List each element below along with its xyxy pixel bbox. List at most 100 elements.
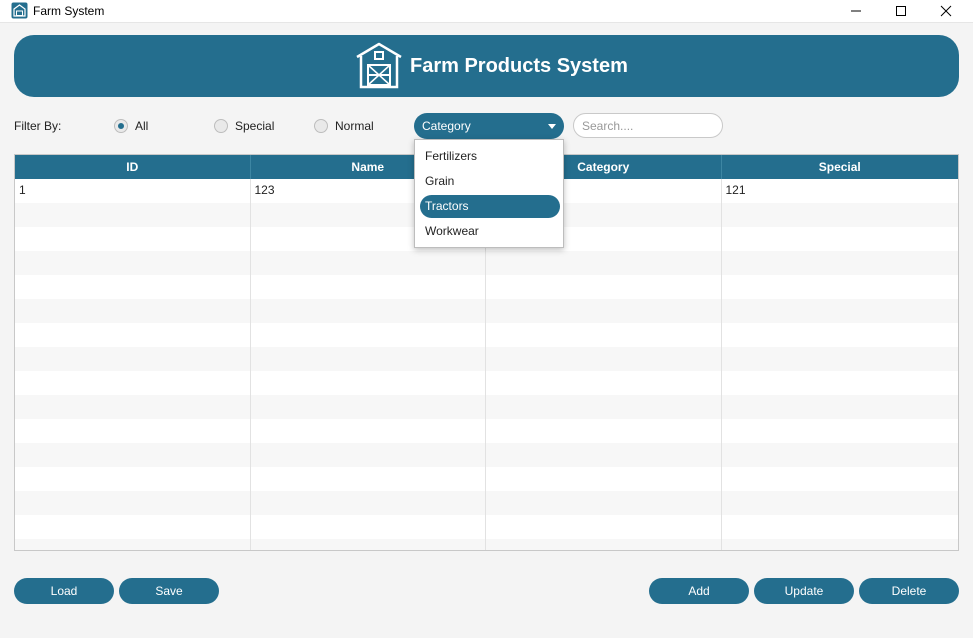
table-cell (486, 347, 722, 371)
delete-button[interactable]: Delete (859, 578, 959, 604)
menu-item-fertilizers[interactable]: Fertilizers (420, 145, 560, 168)
radio-all[interactable]: All (114, 117, 148, 135)
load-button[interactable]: Load (14, 578, 114, 604)
table-cell (722, 443, 959, 467)
radio-special-label: Special (235, 119, 275, 133)
category-dropdown-value: Category (422, 119, 471, 133)
table-cell (486, 539, 722, 550)
header-banner: Farm Products System (14, 35, 959, 97)
cell-id: 1 (15, 179, 251, 203)
table-cell (722, 395, 959, 419)
table-cell (722, 227, 959, 251)
table-cell (486, 467, 722, 491)
table-cell (15, 227, 251, 251)
table-cell (15, 347, 251, 371)
table-cell (251, 443, 486, 467)
table-cell (722, 491, 959, 515)
table-row[interactable] (15, 539, 959, 550)
table-cell (251, 491, 486, 515)
radio-all-label: All (135, 119, 149, 133)
table-row[interactable] (15, 419, 958, 443)
table-cell (486, 299, 722, 323)
table-row[interactable] (15, 491, 958, 515)
table-cell (15, 467, 251, 491)
table-cell (15, 323, 251, 347)
table-cell (722, 539, 959, 550)
table-cell (15, 395, 251, 419)
table-cell (722, 203, 959, 227)
save-button[interactable]: Save (119, 578, 219, 604)
table-cell (15, 419, 251, 443)
table-cell (15, 491, 251, 515)
table-cell (251, 251, 486, 275)
table-cell (486, 419, 722, 443)
minimize-button[interactable] (833, 0, 879, 22)
add-button[interactable]: Add (649, 578, 749, 604)
table-row[interactable] (15, 443, 958, 467)
caret-down-icon (548, 124, 556, 129)
table-row[interactable] (15, 467, 958, 491)
radio-normal[interactable]: Normal (314, 117, 374, 135)
cell-special: 121 (725, 183, 746, 197)
page-title: Farm Products System (410, 55, 628, 77)
table-cell (722, 323, 959, 347)
table-row[interactable] (15, 275, 958, 299)
close-button[interactable] (923, 0, 969, 22)
table-cell (722, 467, 959, 491)
close-icon (940, 5, 952, 17)
radio-normal-label: Normal (335, 119, 374, 133)
table-cell (15, 251, 251, 275)
table-cell (722, 515, 959, 539)
table-cell (722, 275, 959, 299)
radio-special[interactable]: Special (214, 117, 274, 135)
table-cell (722, 419, 959, 443)
table-cell (486, 251, 722, 275)
column-header-id[interactable]: ID (15, 155, 251, 179)
table-cell (486, 515, 722, 539)
table-cell (486, 275, 722, 299)
table-cell (251, 419, 486, 443)
table-cell (251, 395, 486, 419)
radio-indicator (114, 119, 128, 133)
filter-label: Filter By: (14, 119, 62, 133)
radio-indicator (214, 119, 228, 133)
table-cell (486, 395, 722, 419)
menu-item-grain[interactable]: Grain (420, 170, 560, 193)
update-button[interactable]: Update (754, 578, 854, 604)
table-cell (15, 443, 251, 467)
table-cell (251, 299, 486, 323)
table-row[interactable] (15, 371, 958, 395)
table-cell (15, 203, 251, 227)
table-cell (722, 251, 959, 275)
table-row[interactable] (15, 251, 958, 275)
table-cell (486, 371, 722, 395)
table-row[interactable] (15, 395, 958, 419)
window-title: Farm System (33, 4, 105, 18)
table-row[interactable] (15, 299, 958, 323)
minimize-icon (851, 10, 861, 12)
table-row[interactable] (15, 347, 958, 371)
table-row[interactable] (15, 323, 958, 347)
table-cell (15, 371, 251, 395)
table-cell (251, 539, 486, 550)
menu-item-workwear[interactable]: Workwear (420, 220, 560, 243)
table-cell (251, 515, 486, 539)
search-input[interactable] (573, 113, 723, 138)
radio-indicator (314, 119, 328, 133)
table-cell (486, 443, 722, 467)
table-cell (15, 299, 251, 323)
table-row[interactable] (15, 515, 958, 539)
maximize-button[interactable] (878, 0, 924, 22)
menu-item-tractors[interactable]: Tractors (420, 195, 560, 218)
table-cell (722, 299, 959, 323)
column-header-special[interactable]: Special (722, 155, 959, 179)
barn-icon (11, 2, 28, 19)
table-cell (486, 491, 722, 515)
table-cell (15, 515, 251, 539)
category-dropdown-menu: Fertilizers Grain Tractors Workwear (414, 139, 564, 248)
category-dropdown[interactable]: Category (414, 113, 564, 139)
table-cell (251, 323, 486, 347)
table-cell (251, 467, 486, 491)
table-cell (15, 539, 251, 550)
barn-icon (356, 42, 402, 89)
